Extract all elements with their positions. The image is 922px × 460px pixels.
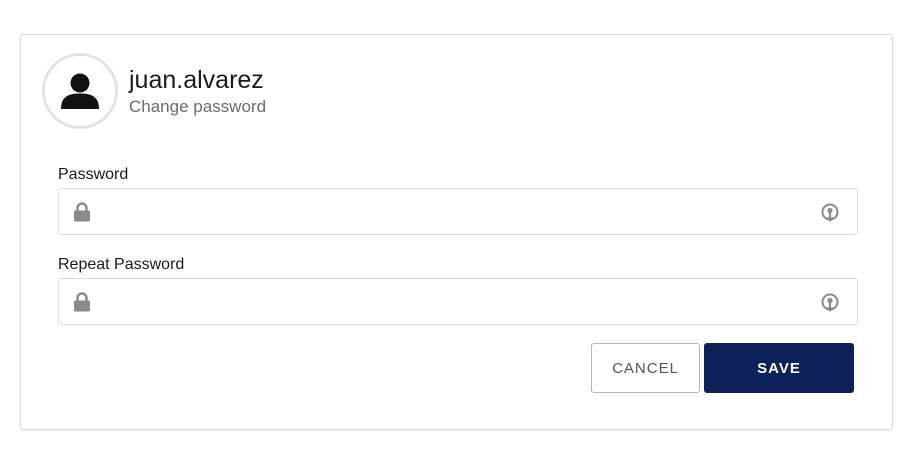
eye-reveal-icon[interactable] [819,201,841,223]
user-icon [61,73,99,109]
repeat-password-field[interactable] [58,278,858,326]
page-subtitle: Change password [129,97,267,116]
password-label: Password [58,166,129,183]
password-field[interactable] [58,188,858,236]
eye-reveal-icon[interactable] [819,291,841,313]
lock-icon [74,202,90,222]
lock-icon [74,292,90,312]
save-button[interactable]: SAVE [704,343,854,393]
repeat-password-input[interactable] [103,279,807,326]
repeat-password-label: Repeat Password [58,256,185,273]
cancel-button[interactable]: CANCEL [591,343,700,393]
password-input[interactable] [103,189,807,236]
avatar [42,53,118,129]
change-password-card: juan.alvarez Change password Password Re… [20,34,893,430]
username: juan.alvarez [129,66,264,94]
